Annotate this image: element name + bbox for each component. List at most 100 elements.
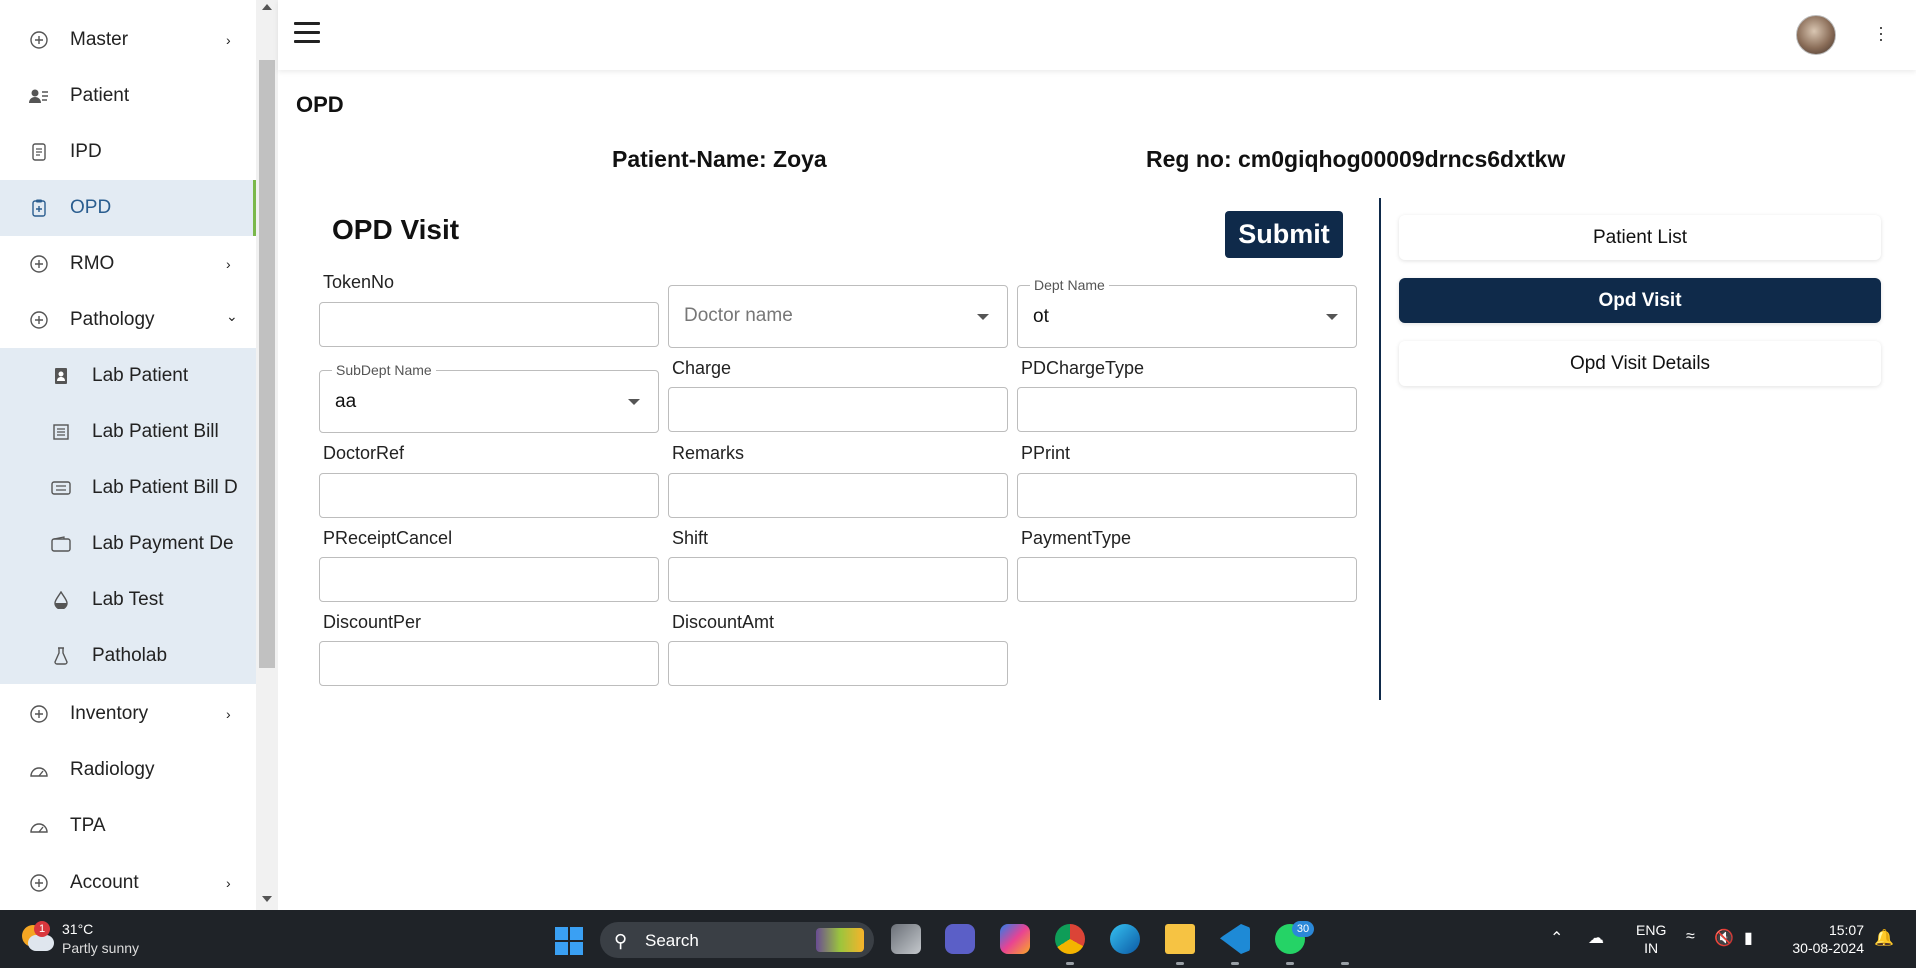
vscode-icon[interactable] (1220, 924, 1250, 954)
running-indicator (1286, 962, 1294, 965)
discount-amt-label: DiscountAmt (672, 612, 775, 632)
sidebar-item-lab-test[interactable]: Lab Test (0, 572, 256, 628)
clock-date: 30-08-2024 (1792, 940, 1864, 956)
preceipt-cancel-input[interactable] (319, 557, 659, 602)
preceipt-cancel-label: PReceiptCancel (323, 528, 453, 548)
dropdown-arrow-icon (977, 314, 989, 320)
sidebar-item-account[interactable]: Account › (0, 855, 256, 910)
weather-icon[interactable]: 1 (20, 921, 54, 953)
gauge-icon (28, 759, 50, 781)
flask-icon (50, 645, 72, 667)
sidebar-item-label: Account (70, 872, 139, 893)
discount-per-input[interactable] (319, 641, 659, 686)
doctor-ref-input[interactable] (319, 473, 659, 518)
sidebar-item-label: Lab Patient (92, 365, 189, 386)
document-icon (28, 141, 50, 163)
more-vert-icon[interactable]: · · · (1878, 18, 1884, 48)
chrome-icon[interactable] (1055, 924, 1085, 954)
clipboard-icon (28, 197, 50, 219)
shift-input[interactable] (668, 557, 1008, 602)
sidebar-item-lab-patient[interactable]: Lab Patient (0, 348, 256, 404)
sidebar-item-ipd[interactable]: IPD (0, 124, 256, 180)
chevron-down-icon: ⌄ (226, 308, 238, 324)
windows-taskbar: 1 31°C Partly sunny ⚲ Search 30 ⌃ ☁ ENG … (0, 910, 1916, 968)
windows-start-icon[interactable] (555, 927, 583, 955)
opd-visit-button[interactable]: Opd Visit (1399, 278, 1881, 323)
subdept-name-value: aa (335, 391, 357, 412)
sidebar-item-label: Patholab (92, 645, 168, 666)
scroll-down-arrow-icon[interactable] (262, 896, 272, 902)
dropdown-arrow-icon (1326, 314, 1338, 320)
sidebar-item-label: TPA (70, 815, 106, 836)
sidebar-item-opd[interactable]: OPD (0, 180, 256, 236)
taskbar-search[interactable]: ⚲ Search (600, 922, 874, 958)
wifi-icon[interactable]: ≈ (1686, 928, 1695, 946)
drop-icon (50, 589, 72, 611)
sidebar-item-patholab[interactable]: Patholab (0, 628, 256, 684)
subdept-name-label: SubDept Name (332, 362, 436, 378)
pd-charge-type-input[interactable] (1017, 387, 1357, 432)
plus-circle-icon (28, 253, 50, 275)
plus-circle-icon (28, 872, 50, 894)
sidebar-item-rmo[interactable]: RMO › (0, 236, 256, 292)
sidebar-item-label: Lab Patient Bill D (92, 477, 238, 498)
edge-icon[interactable] (1110, 924, 1140, 954)
system-clock[interactable]: 15:07 30-08-2024 (1784, 921, 1864, 957)
scrollbar-thumb[interactable] (259, 60, 275, 668)
onedrive-icon[interactable]: ☁ (1588, 928, 1604, 948)
scroll-up-arrow-icon[interactable] (262, 4, 272, 10)
sidebar-item-lab-payment-de[interactable]: Lab Payment De (0, 516, 256, 572)
copilot-icon[interactable] (1000, 924, 1030, 954)
sidebar-item-lab-patient-bill[interactable]: Lab Patient Bill (0, 404, 256, 460)
sidebar-item-tpa[interactable]: TPA (0, 798, 256, 854)
shift-label: Shift (672, 528, 709, 548)
patient-icon (28, 85, 50, 107)
sidebar-item-lab-patient-bill-d[interactable]: Lab Patient Bill D (0, 460, 256, 516)
pd-charge-type-label: PDChargeType (1021, 358, 1145, 378)
dept-name-select[interactable]: Dept Name ot (1017, 277, 1357, 348)
show-hidden-icons-icon[interactable]: ⌃ (1550, 928, 1563, 948)
sidebar-item-radiology[interactable]: Radiology (0, 742, 256, 798)
remarks-label: Remarks (672, 443, 745, 463)
sidebar-item-patient[interactable]: Patient (0, 68, 256, 124)
form-title: OPD Visit (332, 214, 460, 245)
battery-icon[interactable]: ▮ (1744, 928, 1753, 948)
token-no-label: TokenNo (323, 272, 395, 292)
region-code: IN (1644, 940, 1659, 956)
menu-icon[interactable] (294, 22, 320, 44)
weather-condition[interactable]: Partly sunny (62, 940, 139, 956)
submit-button[interactable]: Submit (1225, 211, 1343, 258)
volume-muted-icon[interactable]: 🔇 (1714, 928, 1734, 948)
sidebar-item-pathology[interactable]: Pathology ⌄ (0, 292, 256, 348)
doctor-name-select[interactable]: Doctor name (668, 285, 1008, 348)
opd-visit-details-button[interactable]: Opd Visit Details (1399, 341, 1881, 386)
dept-name-value: ot (1033, 306, 1049, 327)
avatar[interactable] (1796, 15, 1836, 55)
notifications-icon[interactable]: 🔔 (1874, 928, 1894, 948)
discount-amt-input[interactable] (668, 641, 1008, 686)
chevron-right-icon: › (226, 32, 231, 48)
payment-type-input[interactable] (1017, 557, 1357, 602)
sidebar-item-master[interactable]: Master › (0, 12, 256, 68)
sidebar-scrollbar[interactable] (256, 0, 278, 910)
top-app-bar: · · · (278, 0, 1916, 70)
patient-list-button[interactable]: Patient List (1399, 215, 1881, 260)
plus-circle-icon (28, 703, 50, 725)
file-explorer-icon[interactable] (1165, 924, 1195, 954)
token-no-input[interactable] (319, 302, 659, 347)
id-card-icon (50, 365, 72, 387)
teams-icon[interactable] (945, 924, 975, 954)
sidebar-item-inventory[interactable]: Inventory › (0, 686, 256, 742)
pprint-input[interactable] (1017, 473, 1357, 518)
charge-input[interactable] (668, 387, 1008, 432)
subdept-name-select[interactable]: SubDept Name aa (319, 362, 659, 433)
running-indicator (1341, 962, 1349, 965)
task-view-icon[interactable] (891, 924, 921, 954)
weather-temperature[interactable]: 31°C (62, 921, 93, 937)
sidebar-item-label: IPD (70, 141, 102, 162)
language-code: ENG (1636, 922, 1667, 938)
payment-type-label: PaymentType (1021, 528, 1132, 548)
language-indicator[interactable]: ENG IN (1636, 921, 1666, 957)
page-title: OPD (296, 92, 344, 117)
remarks-input[interactable] (668, 473, 1008, 518)
